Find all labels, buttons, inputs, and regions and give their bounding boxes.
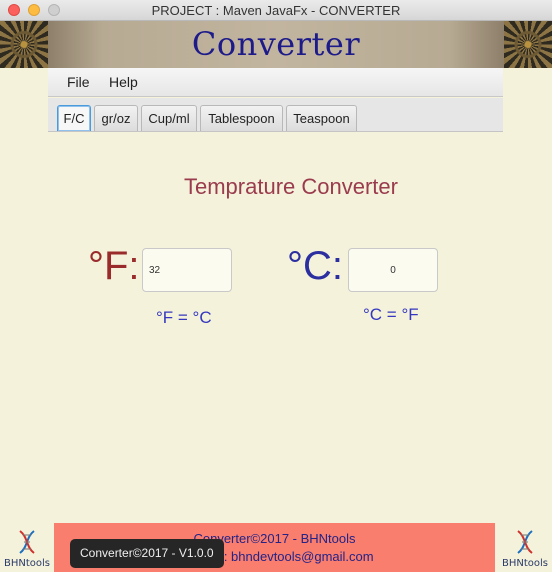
bhntools-logo: BHNtools <box>498 527 552 569</box>
ornament-icon <box>0 21 48 68</box>
section-title: Temprature Converter <box>184 174 398 199</box>
celsius-input[interactable] <box>348 248 438 292</box>
menu-file[interactable]: File <box>67 74 90 90</box>
menu-bar: File Help <box>48 68 503 97</box>
fahrenheit-label: °F: <box>88 244 140 288</box>
tab-gr-oz[interactable]: gr/oz <box>94 105 138 131</box>
tab-cup-ml[interactable]: Cup/ml <box>141 105 197 131</box>
celsius-label: °C: <box>287 244 343 288</box>
window-title: PROJECT : Maven JavaFx - CONVERTER <box>151 3 401 18</box>
menu-help[interactable]: Help <box>109 74 138 90</box>
logo-text: BHNtools <box>501 558 548 569</box>
dna-icon <box>517 530 533 554</box>
fahrenheit-formula: °F = °C <box>156 308 212 327</box>
bhntools-logo: BHNtools <box>0 527 54 569</box>
tab-strip: F/C gr/oz Cup/ml Tablespoon Teaspoon <box>48 98 503 132</box>
celsius-formula: °C = °F <box>363 305 419 324</box>
fahrenheit-input[interactable] <box>142 248 232 292</box>
ornament-icon <box>504 21 552 68</box>
tab-tablespoon[interactable]: Tablespoon <box>200 105 283 131</box>
header-banner: Converter <box>0 21 552 68</box>
dna-icon <box>19 530 35 554</box>
version-tooltip: Converter©2017 - V1.0.0 <box>70 539 224 568</box>
logo-text: BHNtools <box>3 558 50 569</box>
tab-teaspoon[interactable]: Teaspoon <box>286 105 357 131</box>
window-titlebar: PROJECT : Maven JavaFx - CONVERTER <box>0 0 552 21</box>
banner-center: Converter <box>48 21 504 68</box>
tab-f-c[interactable]: F/C <box>57 105 91 131</box>
app-title: Converter <box>191 25 361 63</box>
